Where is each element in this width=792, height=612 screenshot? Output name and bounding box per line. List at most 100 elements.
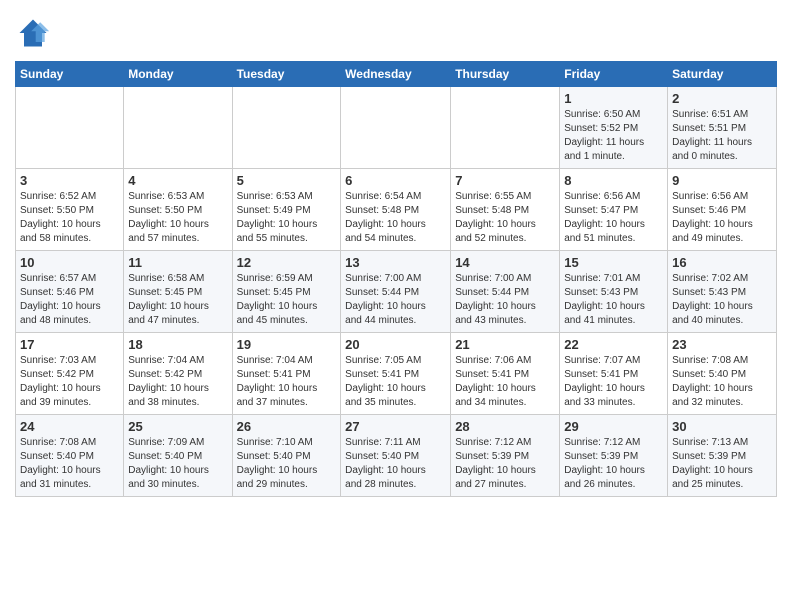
day-number: 4 [128, 173, 227, 188]
day-info: Sunrise: 7:09 AM Sunset: 5:40 PM Dayligh… [128, 436, 227, 492]
day-number: 7 [455, 173, 555, 188]
calendar-cell: 4 Sunrise: 6:53 AM Sunset: 5:50 PM Daylig… [124, 169, 232, 251]
calendar-week-3: 10 Sunrise: 6:57 AM Sunset: 5:46 PM Dayli… [16, 251, 777, 333]
day-info: Sunrise: 7:06 AM Sunset: 5:41 PM Dayligh… [455, 354, 555, 410]
calendar-cell: 10 Sunrise: 6:57 AM Sunset: 5:46 PM Dayli… [16, 251, 124, 333]
calendar-cell [341, 87, 451, 169]
calendar-cell: 2 Sunrise: 6:51 AM Sunset: 5:51 PM Daylig… [668, 87, 777, 169]
calendar-week-2: 3 Sunrise: 6:52 AM Sunset: 5:50 PM Daylig… [16, 169, 777, 251]
calendar-cell [451, 87, 560, 169]
calendar-cell: 15 Sunrise: 7:01 AM Sunset: 5:43 PM Dayli… [560, 251, 668, 333]
day-info: Sunrise: 6:50 AM Sunset: 5:52 PM Dayligh… [564, 108, 663, 164]
day-number: 26 [237, 419, 337, 434]
day-info: Sunrise: 7:07 AM Sunset: 5:41 PM Dayligh… [564, 354, 663, 410]
day-info: Sunrise: 6:58 AM Sunset: 5:45 PM Dayligh… [128, 272, 227, 328]
calendar-cell: 30 Sunrise: 7:13 AM Sunset: 5:39 PM Dayli… [668, 415, 777, 497]
day-info: Sunrise: 6:57 AM Sunset: 5:46 PM Dayligh… [20, 272, 119, 328]
calendar-cell: 19 Sunrise: 7:04 AM Sunset: 5:41 PM Dayli… [232, 333, 341, 415]
calendar-cell: 23 Sunrise: 7:08 AM Sunset: 5:40 PM Dayli… [668, 333, 777, 415]
calendar-cell: 9Sunrise: 6:56 AM Sunset: 5:46 PM Daylig… [668, 169, 777, 251]
day-number: 24 [20, 419, 119, 434]
day-number: 17 [20, 337, 119, 352]
calendar-cell [232, 87, 341, 169]
weekday-header-tuesday: Tuesday [232, 62, 341, 87]
calendar-week-5: 24 Sunrise: 7:08 AM Sunset: 5:40 PM Dayli… [16, 415, 777, 497]
day-info: Sunrise: 7:00 AM Sunset: 5:44 PM Dayligh… [455, 272, 555, 328]
day-number: 8 [564, 173, 663, 188]
day-info: Sunrise: 6:56 AM Sunset: 5:46 PM Dayligh… [672, 190, 772, 246]
day-info: Sunrise: 7:08 AM Sunset: 5:40 PM Dayligh… [20, 436, 119, 492]
weekday-header-sunday: Sunday [16, 62, 124, 87]
day-number: 27 [345, 419, 446, 434]
day-info: Sunrise: 7:01 AM Sunset: 5:43 PM Dayligh… [564, 272, 663, 328]
day-info: Sunrise: 7:13 AM Sunset: 5:39 PM Dayligh… [672, 436, 772, 492]
calendar-cell: 25 Sunrise: 7:09 AM Sunset: 5:40 PM Dayli… [124, 415, 232, 497]
calendar-cell: 18Sunrise: 7:04 AM Sunset: 5:42 PM Dayli… [124, 333, 232, 415]
day-info: Sunrise: 7:00 AM Sunset: 5:44 PM Dayligh… [345, 272, 446, 328]
day-number: 2 [672, 91, 772, 106]
day-number: 3 [20, 173, 119, 188]
day-info: Sunrise: 7:12 AM Sunset: 5:39 PM Dayligh… [564, 436, 663, 492]
calendar-cell: 14 Sunrise: 7:00 AM Sunset: 5:44 PM Dayli… [451, 251, 560, 333]
day-info: Sunrise: 7:08 AM Sunset: 5:40 PM Dayligh… [672, 354, 772, 410]
day-info: Sunrise: 7:11 AM Sunset: 5:40 PM Dayligh… [345, 436, 446, 492]
calendar-cell: 29 Sunrise: 7:12 AM Sunset: 5:39 PM Dayli… [560, 415, 668, 497]
day-info: Sunrise: 7:05 AM Sunset: 5:41 PM Dayligh… [345, 354, 446, 410]
calendar-cell [124, 87, 232, 169]
day-number: 22 [564, 337, 663, 352]
day-number: 12 [237, 255, 337, 270]
calendar-header: SundayMondayTuesdayWednesdayThursdayFrid… [16, 62, 777, 87]
calendar-cell: 24 Sunrise: 7:08 AM Sunset: 5:40 PM Dayli… [16, 415, 124, 497]
calendar-cell: 27 Sunrise: 7:11 AM Sunset: 5:40 PM Dayli… [341, 415, 451, 497]
calendar-cell: 22 Sunrise: 7:07 AM Sunset: 5:41 PM Dayli… [560, 333, 668, 415]
logo-icon [15, 15, 51, 51]
calendar-cell: 6 Sunrise: 6:54 AM Sunset: 5:48 PM Daylig… [341, 169, 451, 251]
day-info: Sunrise: 7:12 AM Sunset: 5:39 PM Dayligh… [455, 436, 555, 492]
day-number: 6 [345, 173, 446, 188]
day-number: 14 [455, 255, 555, 270]
calendar-page: SundayMondayTuesdayWednesdayThursdayFrid… [0, 0, 792, 507]
day-info: Sunrise: 6:54 AM Sunset: 5:48 PM Dayligh… [345, 190, 446, 246]
calendar-cell: 12 Sunrise: 6:59 AM Sunset: 5:45 PM Dayli… [232, 251, 341, 333]
day-number: 29 [564, 419, 663, 434]
calendar-cell [16, 87, 124, 169]
calendar-cell: 21Sunrise: 7:06 AM Sunset: 5:41 PM Dayli… [451, 333, 560, 415]
day-info: Sunrise: 7:02 AM Sunset: 5:43 PM Dayligh… [672, 272, 772, 328]
day-number: 28 [455, 419, 555, 434]
day-number: 15 [564, 255, 663, 270]
day-info: Sunrise: 7:03 AM Sunset: 5:42 PM Dayligh… [20, 354, 119, 410]
day-number: 10 [20, 255, 119, 270]
day-info: Sunrise: 6:56 AM Sunset: 5:47 PM Dayligh… [564, 190, 663, 246]
day-info: Sunrise: 6:53 AM Sunset: 5:50 PM Dayligh… [128, 190, 227, 246]
calendar-cell: 20 Sunrise: 7:05 AM Sunset: 5:41 PM Dayli… [341, 333, 451, 415]
calendar-cell: 3 Sunrise: 6:52 AM Sunset: 5:50 PM Daylig… [16, 169, 124, 251]
day-number: 13 [345, 255, 446, 270]
day-number: 25 [128, 419, 227, 434]
calendar-cell: 1Sunrise: 6:50 AM Sunset: 5:52 PM Daylig… [560, 87, 668, 169]
day-info: Sunrise: 7:04 AM Sunset: 5:41 PM Dayligh… [237, 354, 337, 410]
calendar-cell: 16Sunrise: 7:02 AM Sunset: 5:43 PM Dayli… [668, 251, 777, 333]
logo [15, 15, 55, 51]
calendar-cell: 5Sunrise: 6:53 AM Sunset: 5:49 PM Daylig… [232, 169, 341, 251]
day-number: 19 [237, 337, 337, 352]
weekday-header-wednesday: Wednesday [341, 62, 451, 87]
day-info: Sunrise: 6:55 AM Sunset: 5:48 PM Dayligh… [455, 190, 555, 246]
day-number: 11 [128, 255, 227, 270]
day-number: 5 [237, 173, 337, 188]
calendar-cell: 8 Sunrise: 6:56 AM Sunset: 5:47 PM Daylig… [560, 169, 668, 251]
day-number: 30 [672, 419, 772, 434]
day-number: 23 [672, 337, 772, 352]
weekday-header-saturday: Saturday [668, 62, 777, 87]
day-number: 18 [128, 337, 227, 352]
calendar-body: 1Sunrise: 6:50 AM Sunset: 5:52 PM Daylig… [16, 87, 777, 497]
calendar-cell: 13 Sunrise: 7:00 AM Sunset: 5:44 PM Dayli… [341, 251, 451, 333]
calendar-cell: 17 Sunrise: 7:03 AM Sunset: 5:42 PM Dayli… [16, 333, 124, 415]
day-info: Sunrise: 6:51 AM Sunset: 5:51 PM Dayligh… [672, 108, 772, 164]
weekday-header-friday: Friday [560, 62, 668, 87]
day-info: Sunrise: 6:52 AM Sunset: 5:50 PM Dayligh… [20, 190, 119, 246]
weekday-row: SundayMondayTuesdayWednesdayThursdayFrid… [16, 62, 777, 87]
day-info: Sunrise: 6:59 AM Sunset: 5:45 PM Dayligh… [237, 272, 337, 328]
calendar-cell: 28 Sunrise: 7:12 AM Sunset: 5:39 PM Dayli… [451, 415, 560, 497]
day-number: 20 [345, 337, 446, 352]
header [15, 15, 777, 51]
